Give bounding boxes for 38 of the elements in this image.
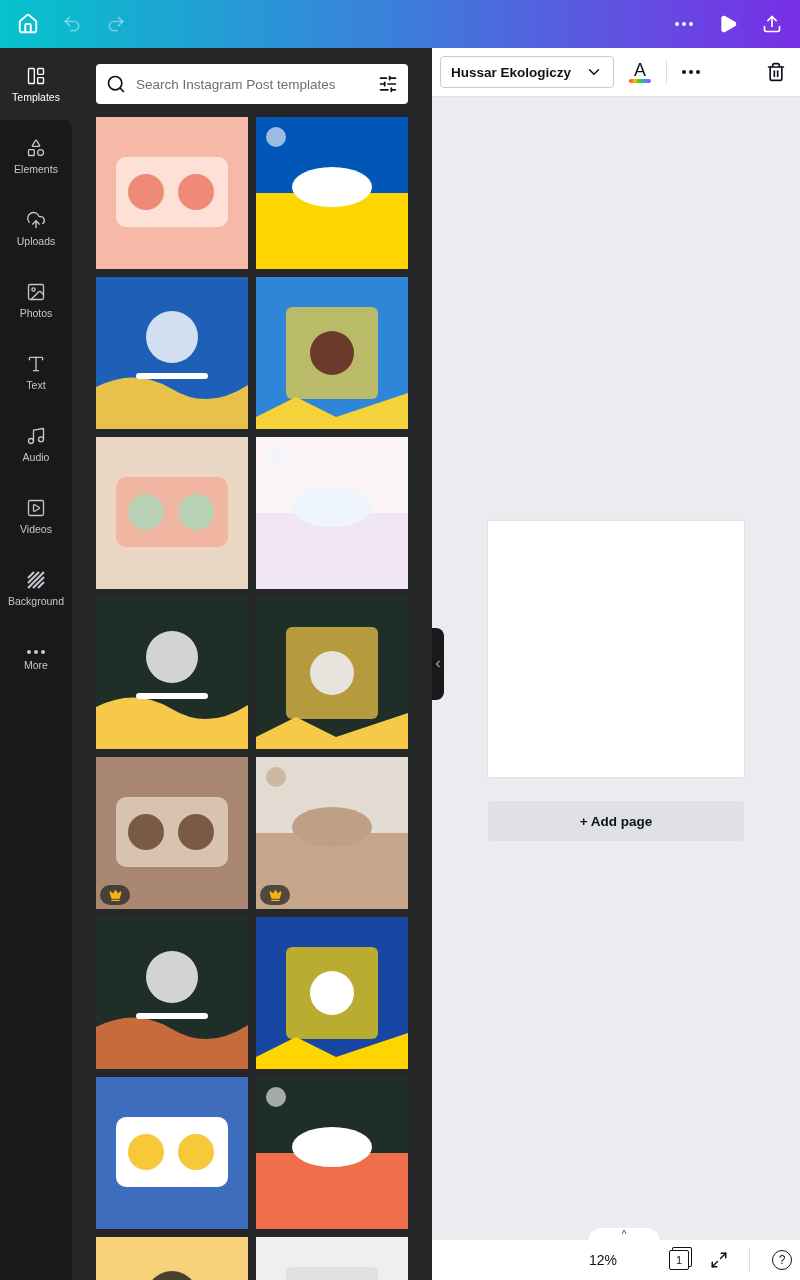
image-icon: [26, 281, 46, 302]
video-icon: [26, 497, 46, 518]
filter-icon[interactable]: [378, 74, 398, 94]
play-icon: [718, 14, 738, 34]
help-button[interactable]: ?: [772, 1250, 792, 1270]
stripes-icon: [26, 569, 46, 590]
undo-icon: [62, 14, 82, 34]
layout-icon: [26, 65, 46, 86]
sidebar-item[interactable]: Text: [0, 336, 72, 408]
crown-icon: [268, 888, 282, 902]
sidebar-item[interactable]: Photos: [0, 264, 72, 336]
zoom-level[interactable]: 12%: [588, 1252, 617, 1268]
cloud-upload-icon: [26, 209, 46, 230]
sidebar-item[interactable]: Audio: [0, 408, 72, 480]
sidebar-item[interactable]: Videos: [0, 480, 72, 552]
search-icon: [106, 74, 126, 94]
expand-icon: [710, 1251, 728, 1269]
more-icon: [27, 649, 45, 654]
shapes-icon: [26, 137, 46, 158]
sidebar-item[interactable]: Background: [0, 552, 72, 624]
crown-icon: [108, 888, 122, 902]
page-count-button[interactable]: 1: [669, 1250, 689, 1270]
sidebar-item[interactable]: Elements: [0, 120, 72, 192]
home-icon: [17, 13, 39, 35]
sidebar-item[interactable]: More: [0, 624, 72, 696]
share-icon: [762, 14, 782, 34]
music-note-icon: [26, 425, 46, 446]
search-bar[interactable]: Search Instagram Post templates: [96, 64, 408, 104]
more-icon: [682, 70, 700, 74]
sidebar-item[interactable]: Uploads: [0, 192, 72, 264]
trash-icon: [766, 62, 786, 82]
add-page-button[interactable]: + Add page: [488, 801, 744, 841]
redo-icon: [106, 14, 126, 34]
expand-toggle[interactable]: ^: [588, 1228, 660, 1242]
collapse-handle[interactable]: [432, 628, 444, 700]
more-icon: [675, 22, 693, 26]
text-color-button[interactable]: A: [622, 56, 658, 88]
font-dropdown[interactable]: Hussar Ekologiczy: [440, 56, 614, 88]
